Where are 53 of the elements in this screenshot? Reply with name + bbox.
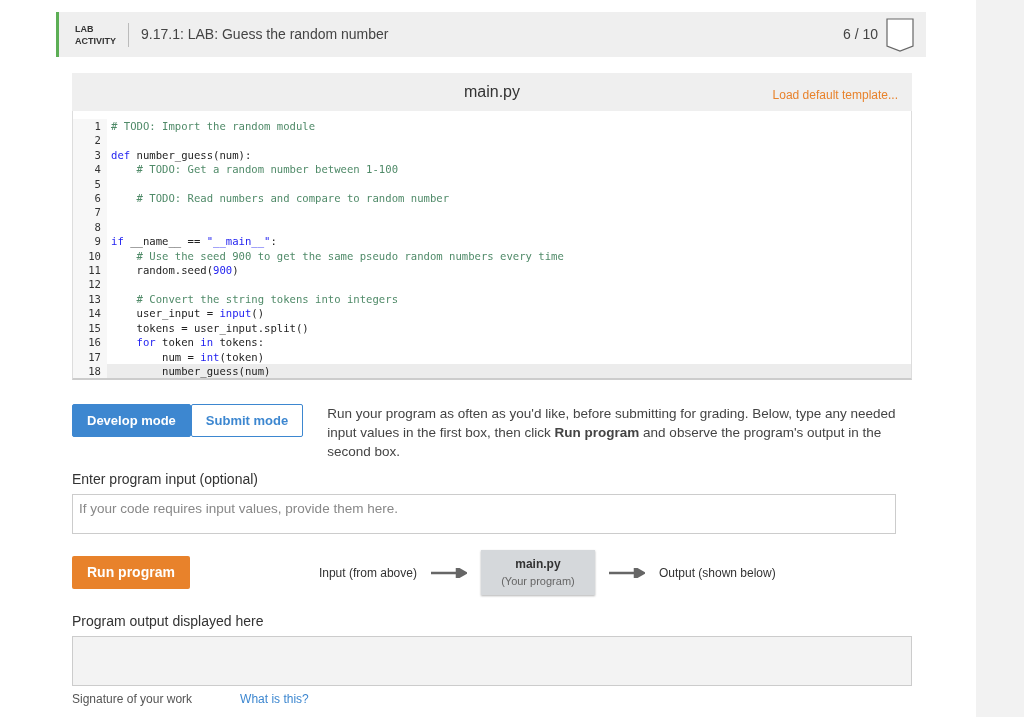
mode-tab[interactable]: Develop mode [72,404,191,438]
mode-tab[interactable]: Submit mode [190,404,304,438]
input-label: Enter program input (optional) [72,471,258,488]
line-number: 17 [88,350,101,363]
line-number: 7 [94,206,101,219]
code-line: # Convert the string tokens into integers [135,292,398,305]
file-name: main.py [464,83,520,100]
run-program-button[interactable]: Run program [72,556,190,590]
code-line: num = int(token) [161,350,265,363]
flow-output-label: Output (shown below) [658,564,776,582]
code-line: if __name__ == "__main__": [111,235,277,248]
line-number: 13 [88,292,101,305]
line-number: 12 [88,278,101,291]
line-number: 2 [94,134,101,147]
line-number: 3 [94,148,101,161]
line-number: 6 [94,192,101,205]
line-number: 11 [88,264,101,277]
load-template-link[interactable]: Load default template... [772,86,898,104]
line-number: 8 [94,220,101,233]
code-line: # Use the seed 900 to get the same pseudo random numbers every time [135,249,564,262]
arrow-icon [608,567,645,578]
code-line: for token in tokens: [135,336,265,349]
score-text: 6 / 10 [842,25,878,44]
activity-label: ACTIVITY [75,34,116,47]
line-number: 14 [88,307,101,320]
flow-input-label: Input (from above) [318,564,417,582]
line-number: 18 [88,364,101,377]
activity-title: 9.17.1: LAB: Guess the random number [141,25,390,44]
code-line: user_input = input() [135,307,265,320]
line-number: 4 [94,163,101,176]
line-number: 1 [94,120,101,132]
code-line: def number_guess(num): [111,148,252,161]
code-editor[interactable] [72,111,912,381]
program-caption: (Your program) [500,574,576,590]
instructions-text: Run your program as often as you'd like, before submitting for grading. Below, type any needed input values in the first box, then click Run program and observe the program's output in the second box. [327,405,897,462]
signature-label: Signature of your work [72,690,193,708]
line-number: 10 [88,249,101,262]
code-line: # TODO: Import the random module [111,120,316,132]
code-line: tokens = user_input.split() [135,321,309,334]
line-number: 5 [94,177,101,190]
input-field[interactable]: If your code requires input values, provide them here. [72,494,896,535]
code-line: # TODO: Get a random number between 1-100 [135,163,398,176]
activity-label: LAB [75,22,95,35]
line-number: 9 [94,235,101,248]
arrow-icon [430,567,467,578]
code-line: number_guess(num) [161,364,271,377]
program-name: main.py [514,556,562,574]
output-label: Program output displayed here [72,612,264,629]
line-number: 15 [88,321,101,334]
code-line: random.seed(900) [135,264,239,277]
line-number: 16 [88,336,101,349]
code-line: # TODO: Read numbers and compare to random number [135,192,450,205]
help-link[interactable]: What is this? [240,689,309,708]
